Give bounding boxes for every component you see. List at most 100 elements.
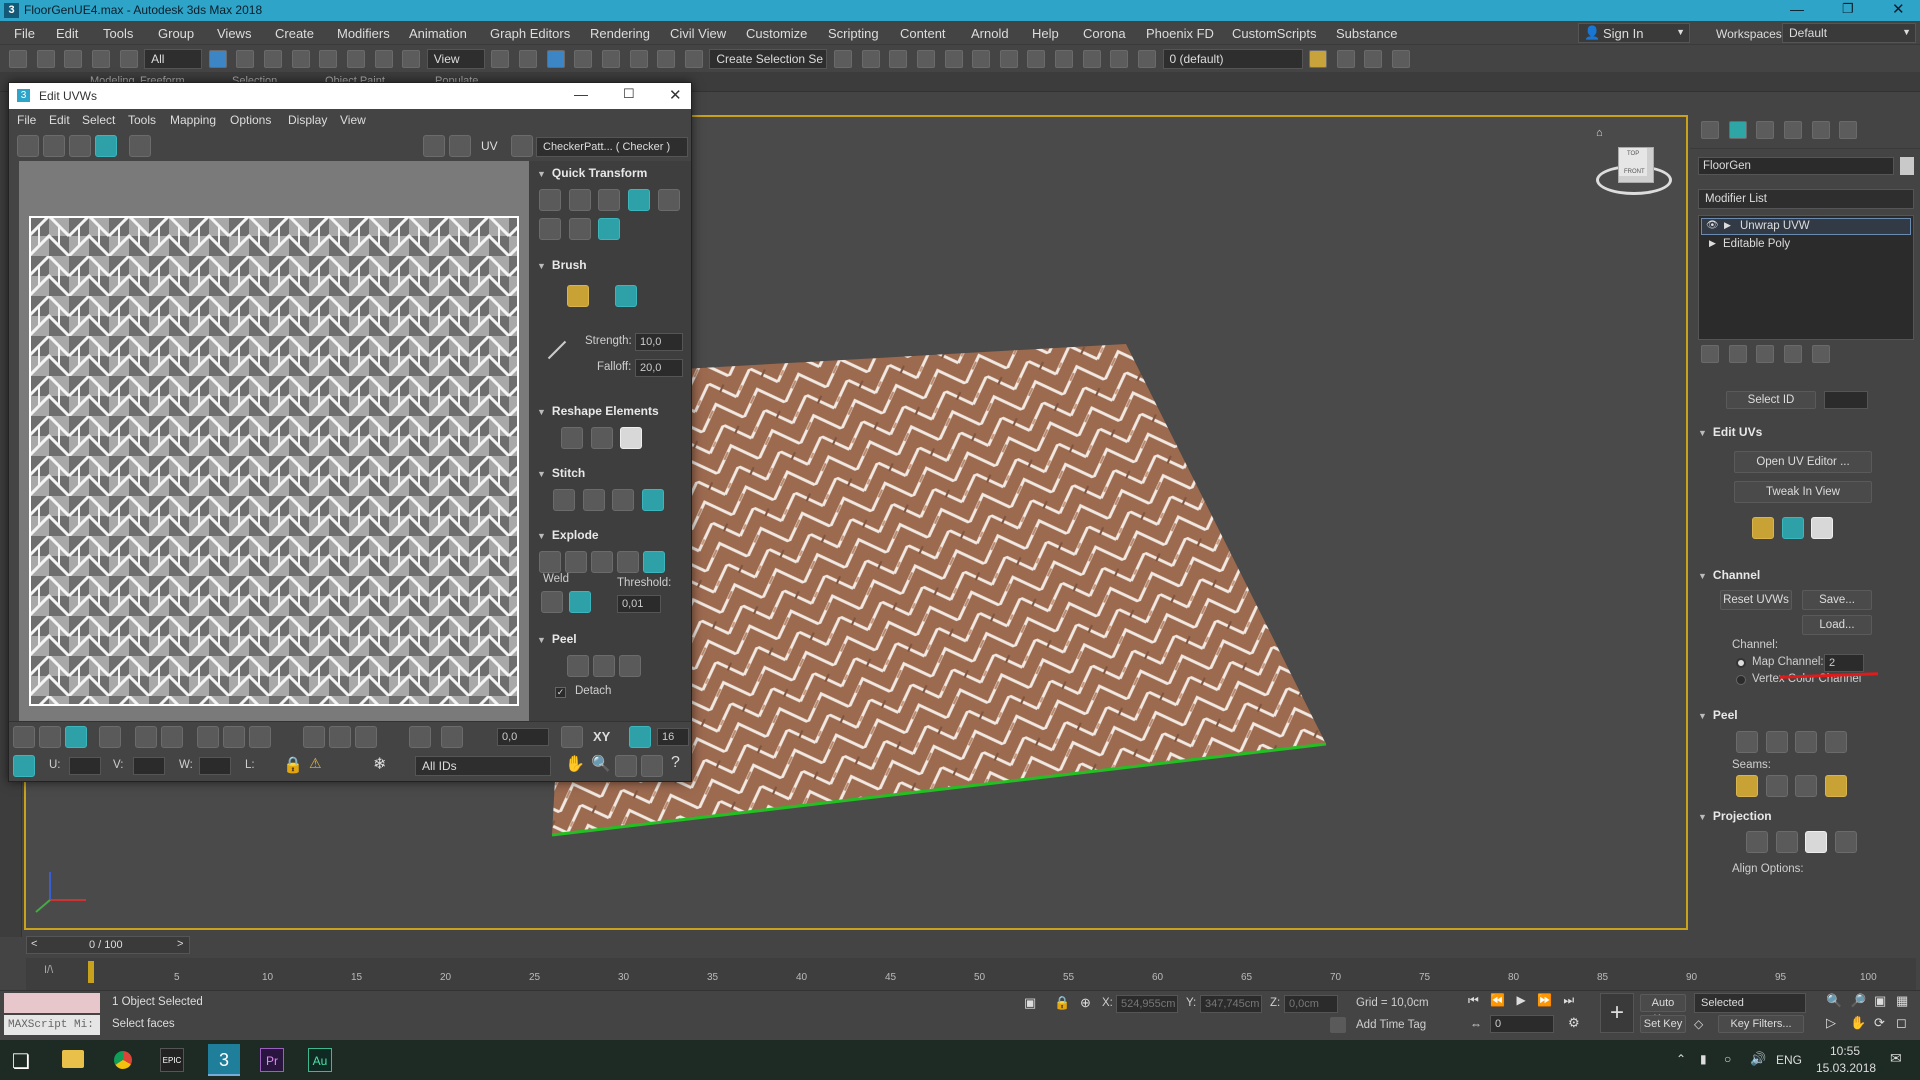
pan-icon[interactable]: ✋: [565, 754, 585, 774]
rect-selection-icon[interactable]: [264, 50, 282, 68]
convert-edge-icon[interactable]: [1795, 775, 1818, 797]
close-icon[interactable]: ✕: [1892, 0, 1905, 18]
zoom-region-icon[interactable]: [615, 755, 637, 777]
freeze-icon[interactable]: ❄: [373, 754, 386, 774]
home-icon[interactable]: ⌂: [1596, 127, 1603, 139]
clock-date[interactable]: 15.03.2018: [1816, 1061, 1876, 1075]
play-icon[interactable]: ▶: [1516, 993, 1525, 1007]
key-filters-button[interactable]: Key Filters...: [1718, 1015, 1804, 1033]
hide-icon[interactable]: [1392, 50, 1410, 68]
windows-start-icon[interactable]: ❏: [12, 1049, 30, 1074]
hierarchy-tab-icon[interactable]: [1756, 121, 1775, 139]
sign-in-dropdown[interactable]: 👤 Sign In ▼: [1578, 23, 1690, 43]
menu-group[interactable]: Group: [158, 26, 194, 41]
menu-modifiers[interactable]: Modifiers: [337, 26, 390, 41]
time-tag-icon[interactable]: [1330, 1017, 1346, 1033]
ring-grow-icon[interactable]: [223, 726, 245, 748]
make-unique-icon[interactable]: [1756, 345, 1775, 363]
reset-uvws-button[interactable]: Reset UVWs: [1720, 590, 1792, 610]
chrome-icon[interactable]: [112, 1049, 134, 1071]
notifications-icon[interactable]: ✉: [1890, 1050, 1902, 1067]
layer-manager-icon[interactable]: [1336, 50, 1355, 68]
pin-brush-icon[interactable]: [547, 340, 567, 360]
detach-checkbox[interactable]: ✓: [555, 687, 566, 698]
menu-phoenix[interactable]: Phoenix FD: [1146, 26, 1214, 41]
uv-editor-titlebar[interactable]: 3 Edit UVWs — ☐ ✕: [9, 83, 691, 109]
next-frame-icon[interactable]: >: [177, 938, 183, 950]
menu-graph-editors[interactable]: Graph Editors: [490, 26, 570, 41]
spinner-snap-icon[interactable]: [657, 50, 676, 68]
loop-icon[interactable]: [249, 726, 271, 748]
uv-menu-edit[interactable]: Edit: [49, 113, 70, 127]
ribbon-toggle-icon[interactable]: [944, 50, 963, 68]
workspaces-dropdown[interactable]: Default ▼: [1782, 23, 1916, 43]
uv-freeform-icon[interactable]: [95, 135, 117, 157]
pivot-icon[interactable]: [491, 50, 510, 68]
break-icon[interactable]: [539, 551, 561, 573]
channel-header[interactable]: ▼ Channel: [1690, 563, 1920, 587]
uv-scale-icon[interactable]: [69, 135, 91, 157]
add-layer-icon[interactable]: [1309, 50, 1328, 68]
menu-arnold[interactable]: Arnold: [971, 26, 1009, 41]
relax-brush-icon[interactable]: [615, 285, 637, 307]
menu-customscripts[interactable]: CustomScripts: [1232, 26, 1317, 41]
ref-coord-dropdown[interactable]: View: [426, 49, 485, 69]
keyboard-shortcut-icon[interactable]: [546, 50, 565, 68]
v-field[interactable]: [133, 757, 165, 775]
pixel-snap-icon[interactable]: [629, 726, 651, 748]
object-name-field[interactable]: FloorGen: [1698, 157, 1894, 175]
rotate-cw-icon[interactable]: [598, 218, 621, 240]
w-field[interactable]: [199, 757, 231, 775]
render-setup-icon[interactable]: [1055, 50, 1073, 68]
isolate-icon[interactable]: ▣: [1024, 995, 1036, 1011]
link-icon[interactable]: [64, 50, 83, 68]
eye-icon[interactable]: 👁: [1706, 220, 1719, 231]
stitch-to-target-icon[interactable]: [553, 489, 575, 511]
display-tab-icon[interactable]: [1811, 121, 1830, 139]
key-mode-icon[interactable]: ⇔: [1470, 1017, 1482, 1031]
ring-shrink-icon[interactable]: [197, 726, 219, 748]
epic-launcher-icon[interactable]: EPIC: [160, 1048, 184, 1072]
move-icon[interactable]: [319, 50, 338, 68]
linear-align-icon[interactable]: [568, 218, 591, 240]
peel-icon[interactable]: [1765, 731, 1788, 753]
expand-icon[interactable]: ▶: [1724, 220, 1731, 231]
align-edge-icon[interactable]: [539, 218, 561, 240]
zoom-extents-icon[interactable]: [641, 755, 663, 777]
quick-peel-icon[interactable]: [567, 655, 589, 677]
align-horizontal-icon[interactable]: [568, 189, 591, 211]
set-key-big-button[interactable]: +: [1600, 993, 1634, 1033]
uv-checker-display-icon[interactable]: [449, 135, 471, 157]
paint-select-icon[interactable]: [303, 726, 325, 748]
menu-create[interactable]: Create: [275, 26, 314, 41]
menu-corona[interactable]: Corona: [1083, 26, 1126, 41]
uv-move-icon[interactable]: [17, 135, 39, 157]
rendered-frame-icon[interactable]: [1082, 50, 1101, 68]
planar-map-icon[interactable]: [1746, 831, 1768, 853]
go-to-end-icon[interactable]: ⏭: [1563, 993, 1574, 1007]
redo-icon[interactable]: [36, 50, 55, 68]
zoom-icon[interactable]: 🔍: [1826, 993, 1842, 1009]
zoom-all-icon[interactable]: 🔎: [1850, 993, 1866, 1009]
load-button[interactable]: Load...: [1802, 615, 1872, 635]
projection-header[interactable]: ▼ Projection: [1690, 804, 1920, 828]
align-icon[interactable]: [861, 50, 880, 68]
edit-named-sets-icon[interactable]: [684, 50, 703, 68]
map-channel-spinner[interactable]: 2: [1824, 654, 1864, 672]
uv-menu-options[interactable]: Options: [230, 113, 271, 127]
uv-menu-display[interactable]: Display: [288, 113, 327, 127]
u-field[interactable]: [69, 757, 101, 775]
key-filter-icon[interactable]: ◇: [1694, 1017, 1703, 1031]
volume-icon[interactable]: 🔊: [1750, 1051, 1766, 1067]
peel-mode-icon[interactable]: [593, 655, 615, 677]
expand-seams-icon[interactable]: [1824, 775, 1847, 797]
placement-icon[interactable]: [402, 50, 421, 68]
select-by-name-icon[interactable]: [236, 50, 255, 68]
paint-move-icon[interactable]: [567, 285, 589, 307]
shrink-selection-icon[interactable]: [161, 726, 183, 748]
warning-icon[interactable]: ⚠: [309, 755, 322, 772]
flatten-by-polygon-icon[interactable]: [591, 551, 613, 573]
track-bar[interactable]: I/\ 5 10 15 20 25 30 35 40 45 50 55 60 6…: [26, 958, 1916, 990]
zoom-icon[interactable]: 🔍: [591, 754, 611, 774]
current-frame-field[interactable]: 0: [1490, 1015, 1554, 1033]
